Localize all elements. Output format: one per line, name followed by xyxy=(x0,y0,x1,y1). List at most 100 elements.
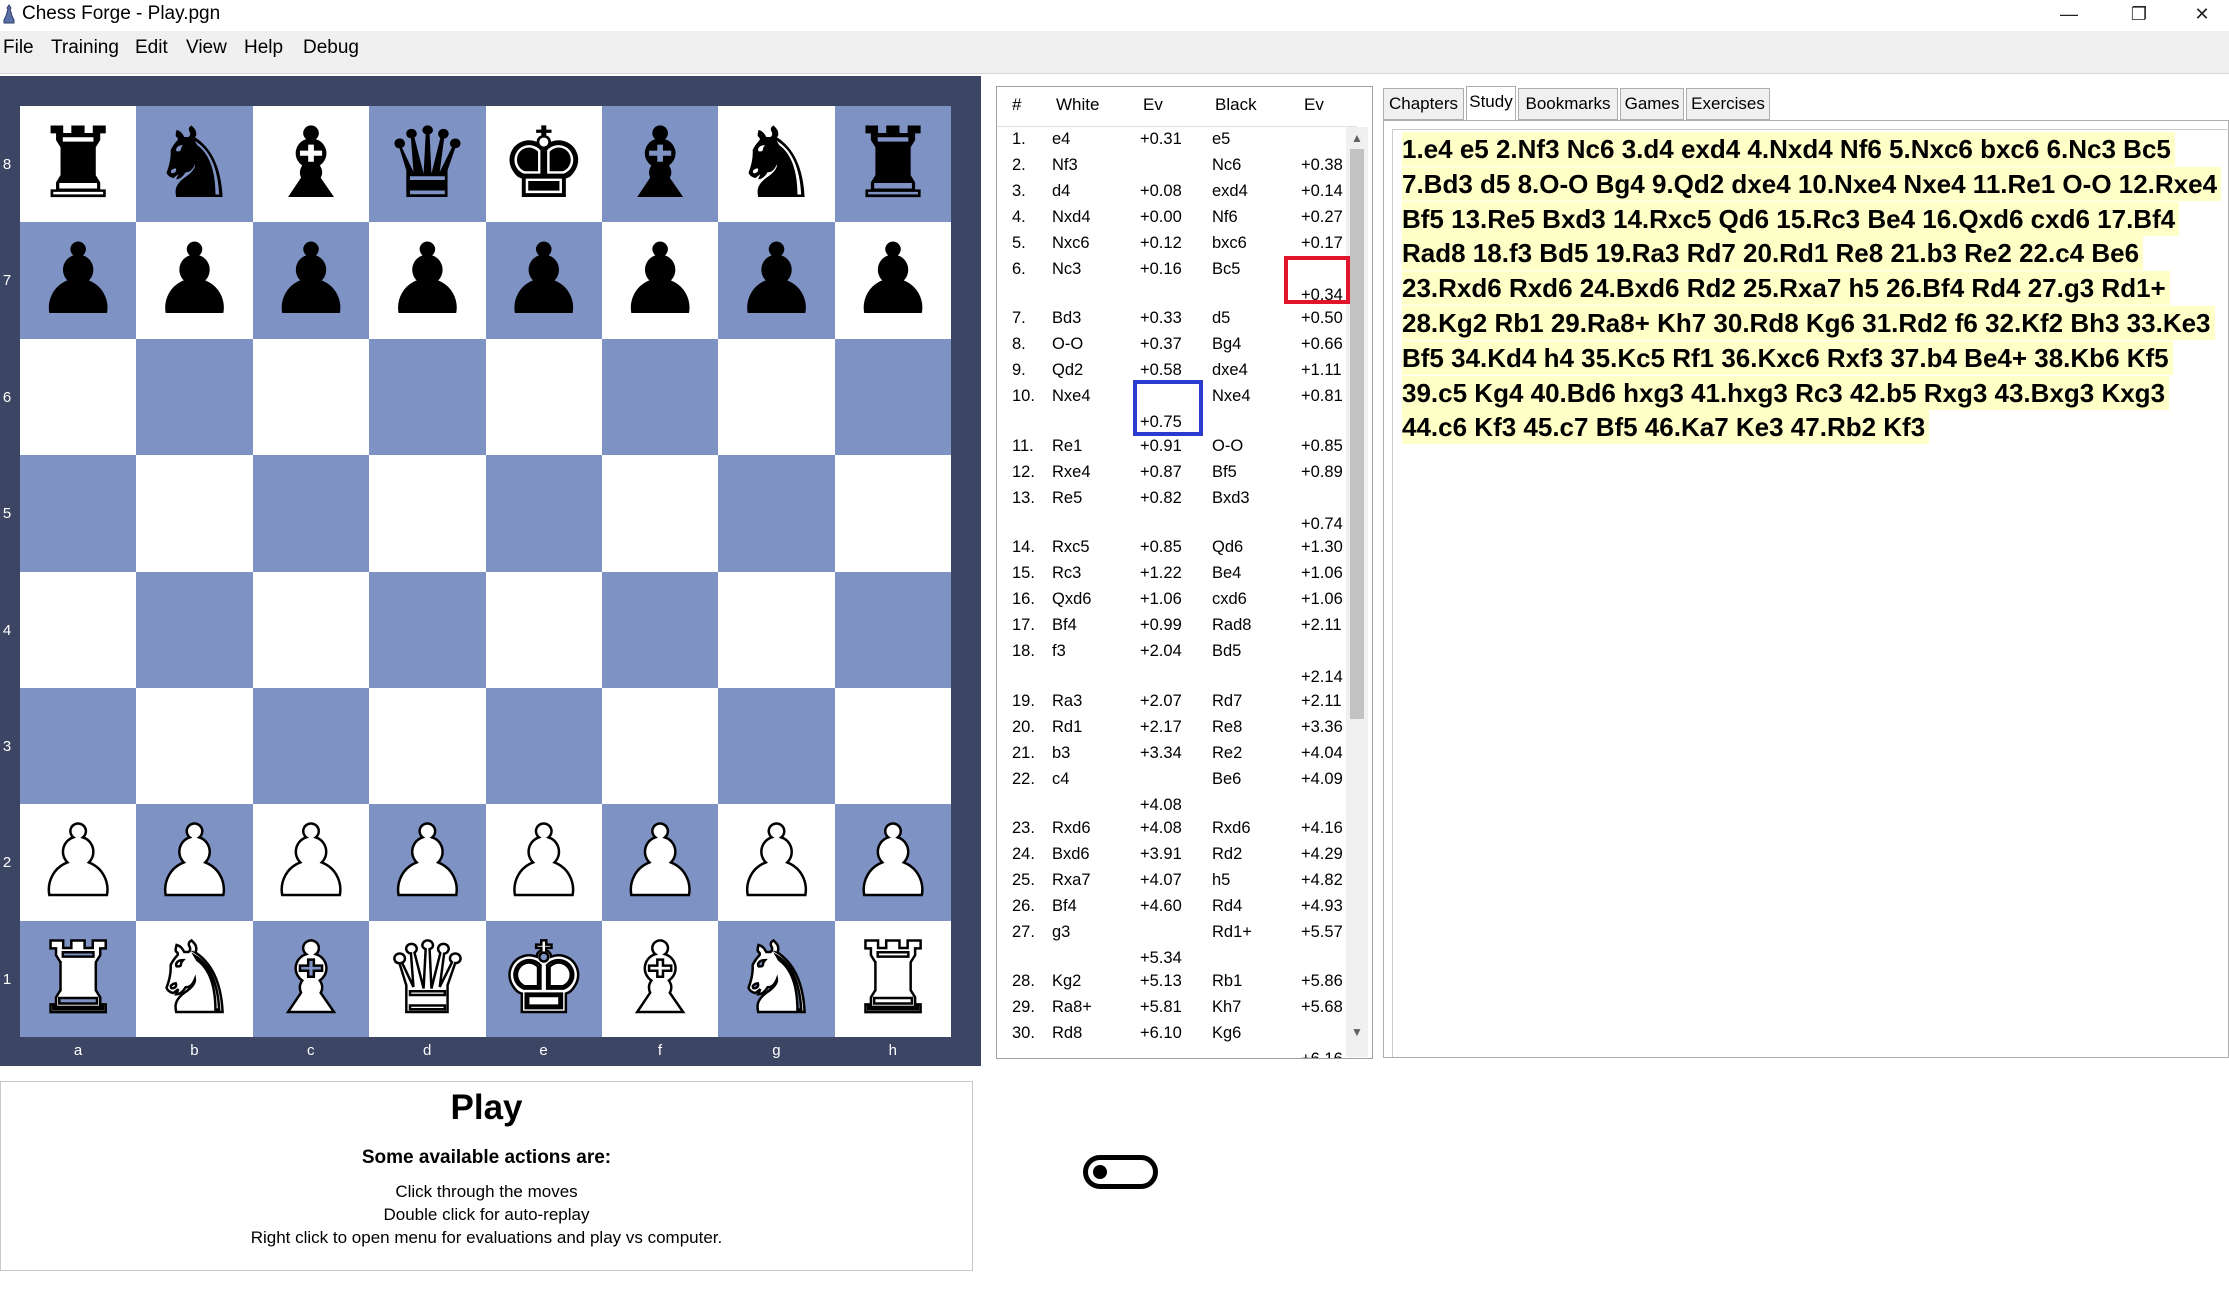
menu-view[interactable]: View xyxy=(186,37,227,59)
scroll-down-icon[interactable]: ▼ xyxy=(1346,1025,1368,1039)
square-f6[interactable] xyxy=(602,338,719,456)
study-move-line[interactable]: 23.Rxd6 Rxd6 24.Bxd6 Rd2 25.Rxa7 h5 26.B… xyxy=(1402,271,2170,306)
white-move[interactable]: Ra3 xyxy=(1052,692,1082,711)
white-move[interactable]: Rd1 xyxy=(1052,718,1082,737)
white-pawn-icon[interactable]: ♟ xyxy=(602,804,718,921)
square-g8[interactable]: ♞ xyxy=(718,106,835,223)
tab-study[interactable]: Study xyxy=(1466,86,1516,121)
black-move[interactable]: Rad8 xyxy=(1212,616,1251,635)
square-f7[interactable]: ♟ xyxy=(602,222,719,339)
black-move[interactable]: Rxd6 xyxy=(1212,819,1251,838)
white-bishop-icon[interactable]: ♝ xyxy=(253,921,369,1038)
square-d6[interactable] xyxy=(369,338,486,456)
square-c8[interactable]: ♝ xyxy=(252,106,370,223)
square-f4[interactable] xyxy=(602,571,719,688)
white-move[interactable]: Qd2 xyxy=(1052,361,1083,380)
square-e7[interactable]: ♟ xyxy=(485,222,602,339)
black-move[interactable]: cxd6 xyxy=(1212,590,1247,609)
black-move[interactable]: Be6 xyxy=(1212,770,1241,789)
black-move[interactable]: Rd2 xyxy=(1212,845,1242,864)
square-a6[interactable] xyxy=(20,338,137,456)
tab-games[interactable]: Games xyxy=(1620,88,1684,120)
tab-chapters[interactable]: Chapters xyxy=(1383,88,1464,120)
black-move[interactable]: Re2 xyxy=(1212,744,1242,763)
square-a1[interactable]: ♜ xyxy=(20,921,137,1038)
square-g6[interactable] xyxy=(718,338,835,456)
black-move[interactable]: Kh7 xyxy=(1212,998,1241,1017)
square-e4[interactable] xyxy=(485,571,602,688)
study-move-line[interactable]: 1.e4 e5 2.Nf3 Nc6 3.d4 exd4 4.Nxd4 Nf6 5… xyxy=(1402,132,2175,166)
black-move[interactable]: Rd1+ xyxy=(1212,923,1252,942)
white-move[interactable]: Ra8+ xyxy=(1052,998,1092,1017)
white-move[interactable]: Nc3 xyxy=(1052,260,1081,279)
square-g4[interactable] xyxy=(718,571,835,688)
square-d2[interactable]: ♟ xyxy=(369,804,486,921)
white-pawn-icon[interactable]: ♟ xyxy=(136,804,252,921)
square-h6[interactable] xyxy=(834,338,952,456)
black-move[interactable]: Rd4 xyxy=(1212,897,1242,916)
square-c2[interactable]: ♟ xyxy=(252,804,370,921)
square-h8[interactable]: ♜ xyxy=(834,106,952,223)
tab-exercises[interactable]: Exercises xyxy=(1686,88,1770,120)
square-c7[interactable]: ♟ xyxy=(252,222,370,339)
square-h5[interactable] xyxy=(834,455,952,572)
black-move[interactable]: Re8 xyxy=(1212,718,1242,737)
study-move-line[interactable]: Rad8 18.f3 Bd5 19.Ra3 Rd7 20.Rd1 Re8 21.… xyxy=(1402,236,2144,271)
black-move[interactable]: bxc6 xyxy=(1212,234,1247,253)
white-move[interactable]: d4 xyxy=(1052,182,1070,201)
study-move-line[interactable]: 7.Bd3 d5 8.O-O Bg4 9.Qd2 dxe4 10.Nxe4 Nx… xyxy=(1402,166,2222,201)
white-move[interactable]: f3 xyxy=(1052,642,1066,661)
square-a5[interactable] xyxy=(20,455,137,572)
white-pawn-icon[interactable]: ♟ xyxy=(253,804,369,921)
square-f1[interactable]: ♝ xyxy=(602,921,719,1038)
square-f8[interactable]: ♝ xyxy=(602,106,719,223)
menu-training[interactable]: Training xyxy=(51,37,119,59)
square-e8[interactable]: ♚ xyxy=(485,106,602,223)
black-pawn-icon[interactable]: ♟ xyxy=(486,222,602,338)
white-move[interactable]: Bxd6 xyxy=(1052,845,1090,864)
square-e3[interactable] xyxy=(485,688,602,805)
black-move[interactable]: Rb1 xyxy=(1212,972,1242,991)
black-move[interactable]: Bg4 xyxy=(1212,335,1241,354)
square-f2[interactable]: ♟ xyxy=(602,804,719,921)
white-rook-icon[interactable]: ♜ xyxy=(835,921,951,1038)
white-rook-icon[interactable]: ♜ xyxy=(20,921,136,1038)
white-move[interactable]: Kg2 xyxy=(1052,972,1081,991)
black-pawn-icon[interactable]: ♟ xyxy=(20,222,136,338)
square-d1[interactable]: ♛ xyxy=(369,921,486,1038)
menu-help[interactable]: Help xyxy=(244,37,283,59)
square-g3[interactable] xyxy=(718,688,835,805)
black-king-icon[interactable]: ♚ xyxy=(486,106,602,222)
black-bishop-icon[interactable]: ♝ xyxy=(253,106,369,222)
square-a3[interactable] xyxy=(20,688,137,805)
square-b1[interactable]: ♞ xyxy=(136,921,253,1038)
menu-file[interactable]: File xyxy=(3,37,34,59)
white-knight-icon[interactable]: ♞ xyxy=(136,921,252,1038)
black-knight-icon[interactable]: ♞ xyxy=(718,106,834,222)
black-move[interactable]: exd4 xyxy=(1212,182,1248,201)
black-move[interactable]: Bd5 xyxy=(1212,642,1241,661)
square-g7[interactable]: ♟ xyxy=(718,222,835,339)
scroll-up-icon[interactable]: ▲ xyxy=(1346,131,1368,145)
square-d5[interactable] xyxy=(369,455,486,572)
white-move[interactable]: Re5 xyxy=(1052,489,1082,508)
black-bishop-icon[interactable]: ♝ xyxy=(602,106,718,222)
square-d8[interactable]: ♛ xyxy=(369,106,486,223)
square-h3[interactable] xyxy=(834,688,952,805)
black-move[interactable]: Bc5 xyxy=(1212,260,1240,279)
white-move[interactable]: Nf3 xyxy=(1052,156,1078,175)
white-queen-icon[interactable]: ♛ xyxy=(369,921,485,1038)
white-king-icon[interactable]: ♚ xyxy=(486,921,602,1038)
white-move[interactable]: Rc3 xyxy=(1052,564,1081,583)
square-b4[interactable] xyxy=(136,571,253,688)
black-move[interactable]: e5 xyxy=(1212,130,1230,149)
square-c4[interactable] xyxy=(252,571,370,688)
square-d4[interactable] xyxy=(369,571,486,688)
study-move-line[interactable]: 39.c5 Kg4 40.Bd6 hxg3 41.hxg3 Rc3 42.b5 … xyxy=(1402,375,2170,410)
white-move[interactable]: Rd8 xyxy=(1052,1024,1082,1043)
black-pawn-icon[interactable]: ♟ xyxy=(136,222,252,338)
white-move[interactable]: b3 xyxy=(1052,744,1070,763)
menu-edit[interactable]: Edit xyxy=(135,37,168,59)
square-c3[interactable] xyxy=(252,688,370,805)
study-move-line[interactable]: Bf5 13.Re5 Bxd3 14.Rxc5 Qd6 15.Rc3 Be4 1… xyxy=(1402,201,2180,236)
